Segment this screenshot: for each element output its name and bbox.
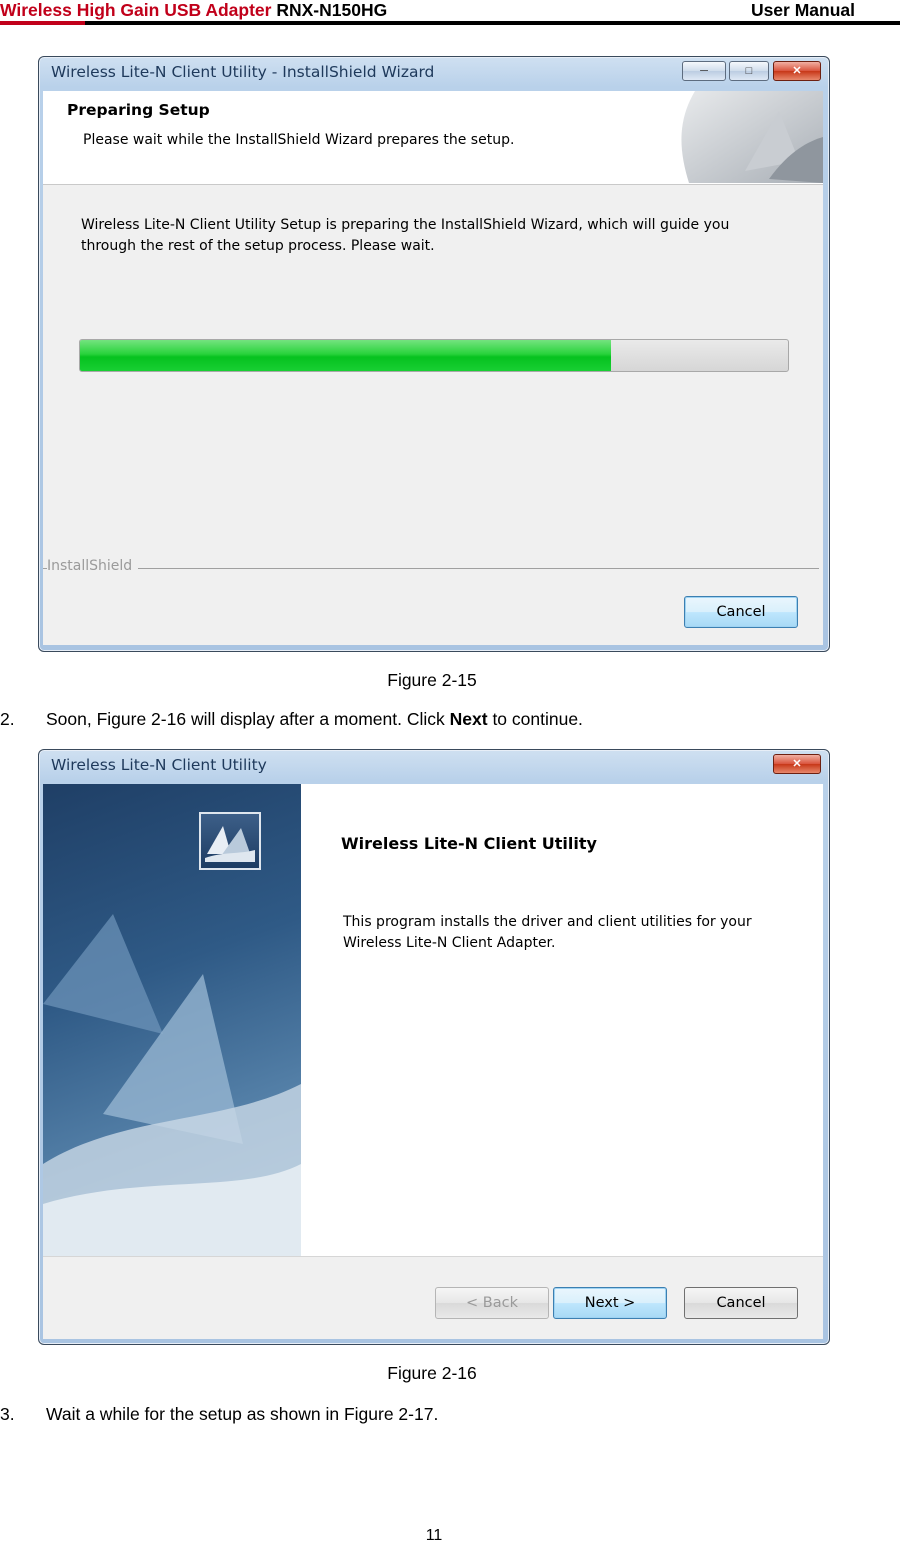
step-2-text-after: to continue.	[487, 709, 583, 729]
window-client-area: Preparing Setup Please wait while the In…	[43, 91, 823, 645]
installshield-brand: InstallShield	[47, 558, 139, 574]
close-icon: ✕	[792, 65, 802, 77]
maximize-icon: □	[745, 65, 753, 77]
installer-logo-icon	[205, 826, 255, 862]
installshield-window: Wireless Lite-N Client Utility - Install…	[38, 56, 830, 652]
step-2-number: 2.	[0, 709, 15, 729]
header-rule-accent	[0, 21, 85, 25]
close-icon: ✕	[792, 758, 802, 770]
minimize-button[interactable]: ─	[682, 61, 726, 81]
progress-bar-fill	[80, 340, 611, 371]
app-title: Wireless Lite-N Client Utility	[341, 834, 597, 853]
step-2-text: Soon, Figure 2-16 will display after a m…	[46, 709, 583, 730]
header-model: RNX-N150HG	[276, 0, 388, 20]
sails-artwork-icon	[43, 914, 301, 1256]
footer-separator	[43, 568, 819, 569]
wizard-banner: Preparing Setup Please wait while the In…	[43, 91, 823, 185]
header-doc-type: User Manual	[750, 0, 855, 20]
setup-message-line2: through the rest of the setup process. P…	[81, 238, 435, 254]
step-2-bold: Next	[449, 709, 488, 729]
step-2-text-before: Soon, Figure 2-16 will display after a m…	[46, 709, 450, 729]
banner-title: Preparing Setup	[67, 101, 210, 119]
side-panel-art	[43, 784, 301, 1256]
close-button[interactable]: ✕	[773, 754, 821, 774]
step-3-number: 3.	[0, 1404, 15, 1424]
welcome-window: Wireless Lite-N Client Utility ✕ Wireles…	[38, 749, 830, 1345]
cancel-button[interactable]: Cancel	[684, 596, 798, 628]
window-client-area: Wireless Lite-N Client Utility This prog…	[43, 784, 823, 1339]
window-title: Wireless Lite-N Client Utility - Install…	[51, 63, 435, 81]
welcome-message-line1: This program installs the driver and cli…	[343, 914, 752, 930]
progress-bar	[79, 339, 789, 372]
cancel-button[interactable]: Cancel	[684, 1287, 798, 1319]
wizard-body: Wireless Lite-N Client Utility Setup is …	[43, 185, 823, 645]
figure-caption-2-16: Figure 2-16	[387, 1363, 477, 1383]
installshield-logo	[199, 812, 261, 870]
page-number: 11	[425, 1527, 443, 1544]
banner-art-icon	[681, 91, 823, 183]
setup-message-line1: Wireless Lite-N Client Utility Setup is …	[81, 217, 730, 233]
welcome-message-line2: Wireless Lite-N Client Adapter.	[343, 935, 556, 951]
header-rule	[0, 21, 900, 25]
banner-subtitle: Please wait while the InstallShield Wiza…	[83, 132, 515, 148]
header-product: Wireless High Gain USB Adapter	[0, 0, 272, 20]
minimize-icon: ─	[700, 65, 708, 77]
maximize-button[interactable]: □	[729, 61, 769, 81]
wizard-footer: < Back Next > Cancel	[43, 1256, 823, 1339]
step-3-text: Wait a while for the setup as shown in F…	[46, 1404, 439, 1424]
back-button[interactable]: < Back	[435, 1287, 549, 1319]
close-button[interactable]: ✕	[773, 61, 821, 81]
figure-caption-2-15: Figure 2-15	[387, 670, 477, 690]
window-title: Wireless Lite-N Client Utility	[51, 756, 267, 774]
next-button[interactable]: Next >	[553, 1287, 667, 1319]
